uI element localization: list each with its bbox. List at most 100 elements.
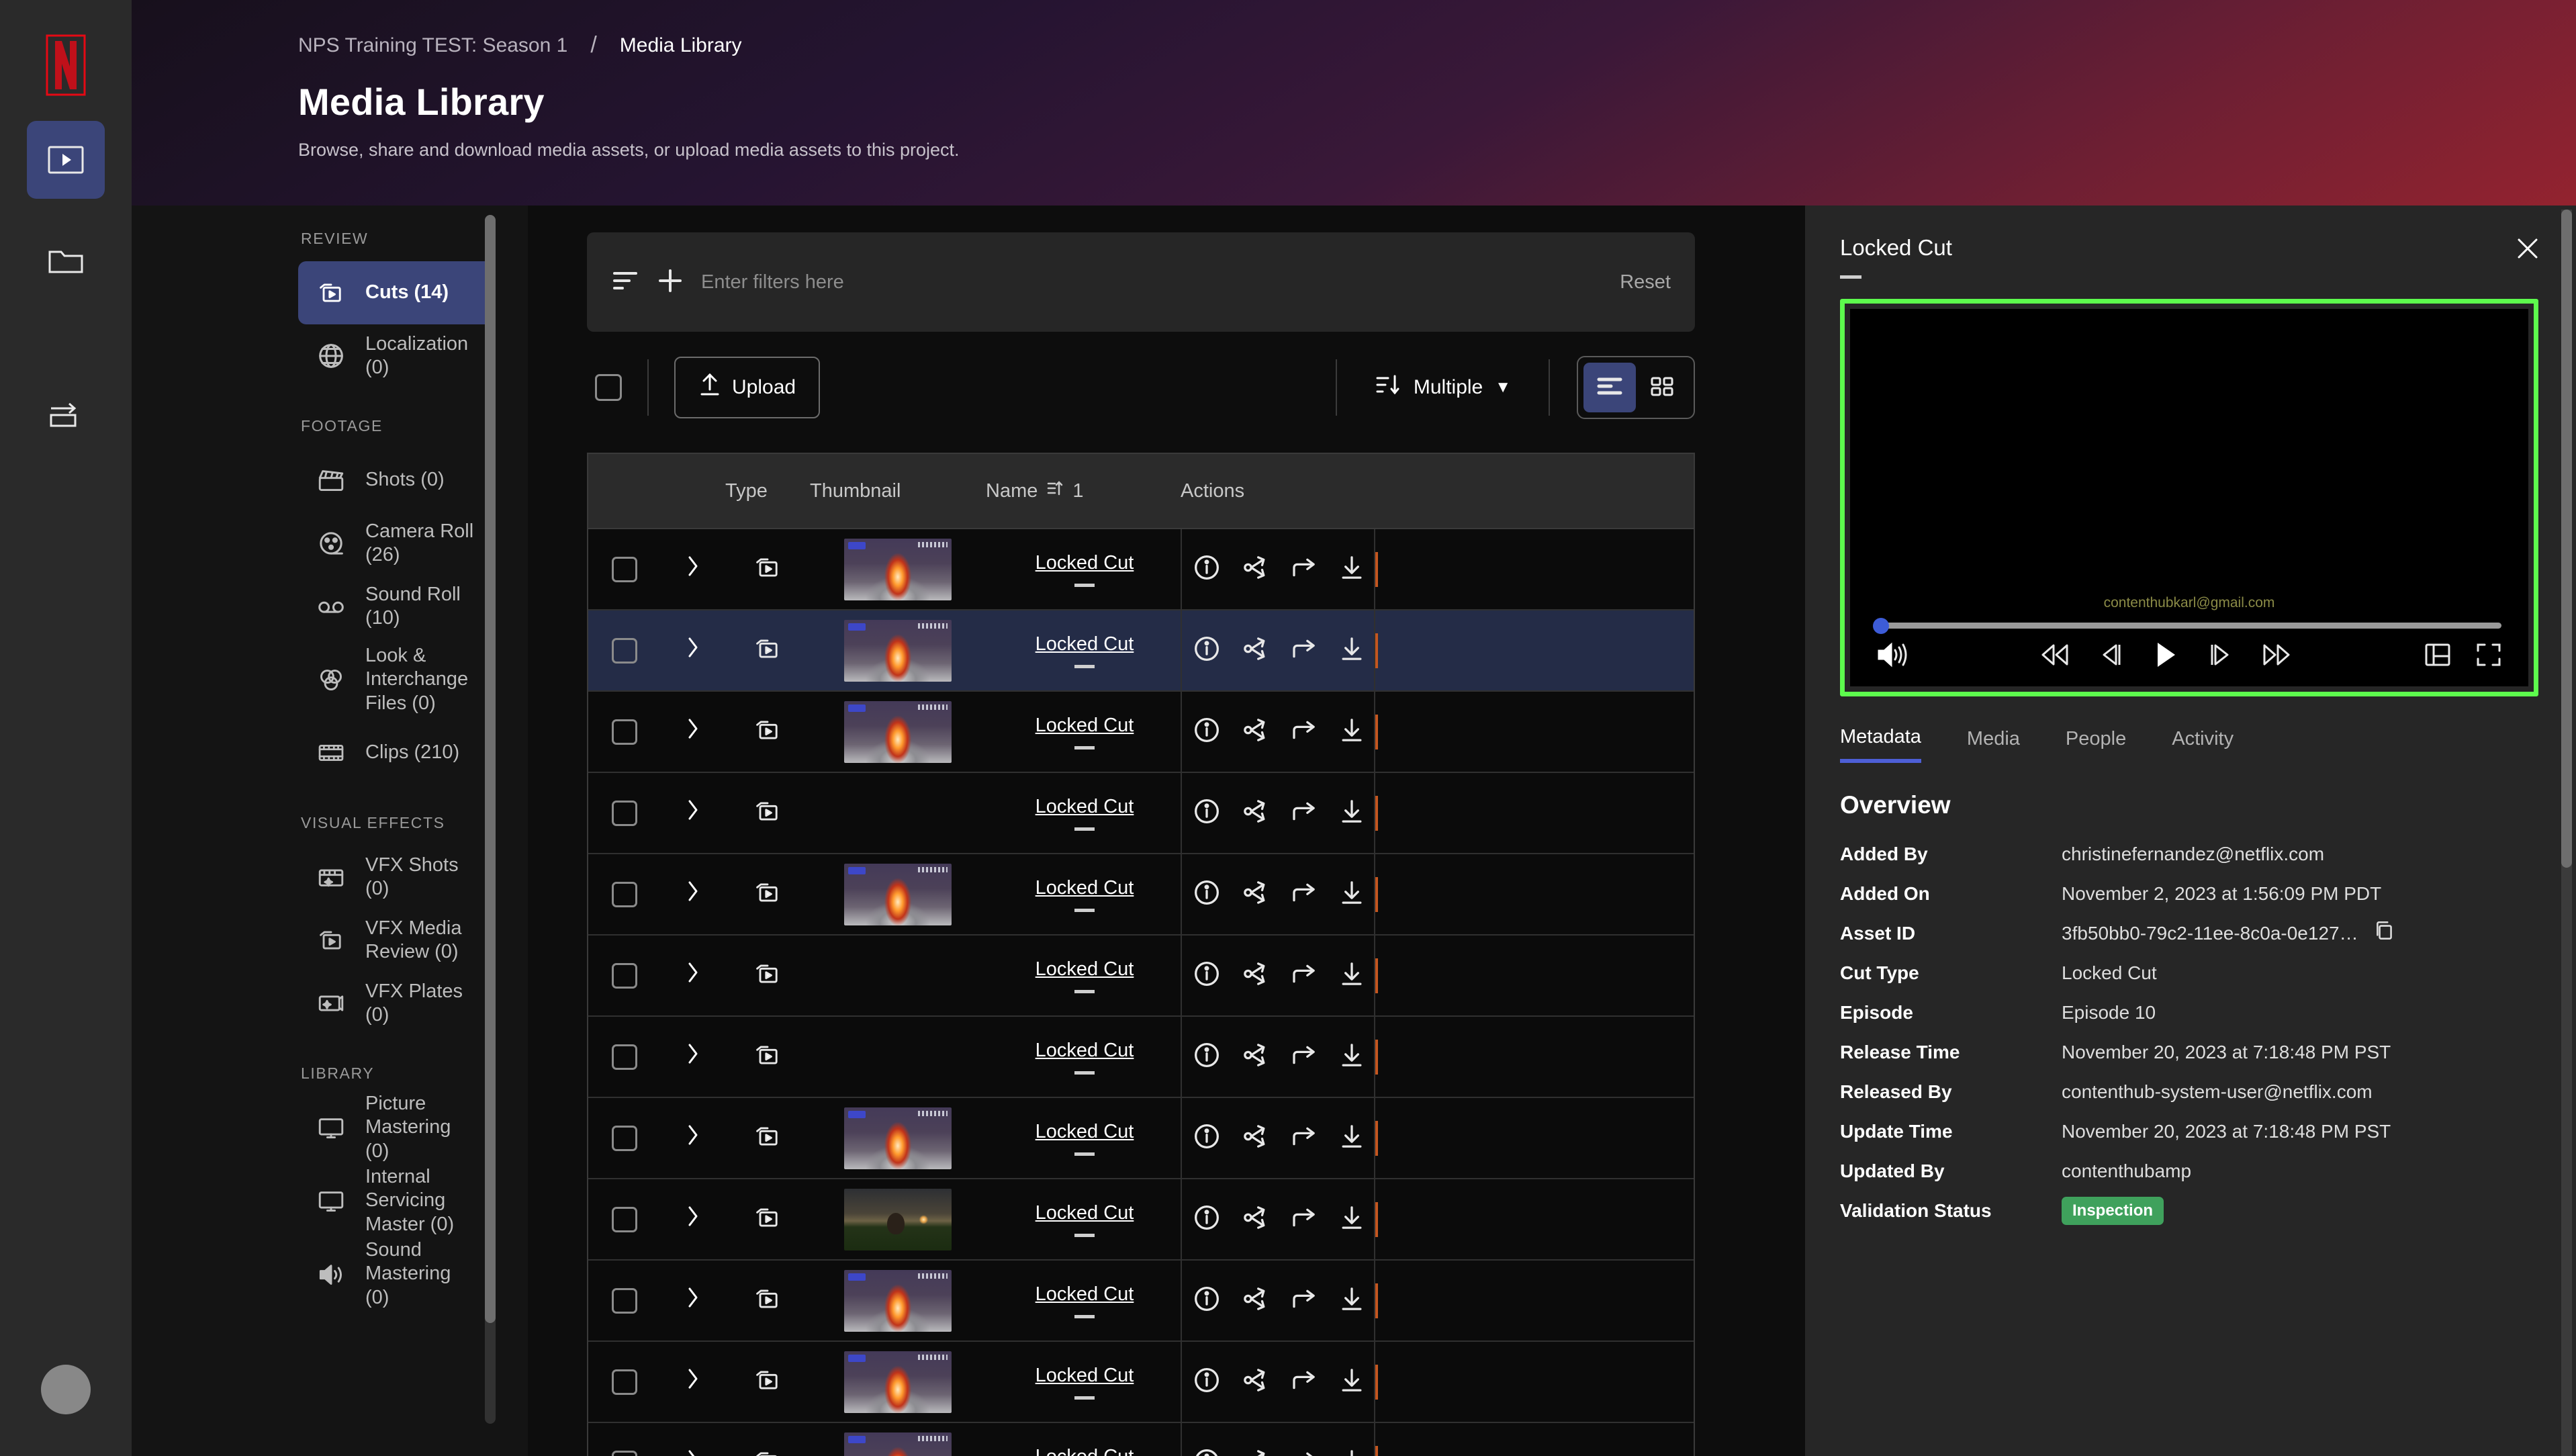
column-header-actions[interactable]: Actions — [1181, 480, 1374, 502]
checkbox[interactable] — [612, 719, 637, 745]
reset-filters-button[interactable]: Reset — [1620, 271, 1671, 293]
info-icon[interactable] — [1193, 1366, 1221, 1398]
share-icon[interactable] — [1241, 1041, 1269, 1073]
row-checkbox[interactable] — [588, 854, 661, 934]
layout-icon[interactable] — [2424, 641, 2452, 672]
info-icon[interactable] — [1193, 960, 1221, 991]
expand-row-button[interactable] — [661, 610, 725, 690]
info-icon[interactable] — [1193, 553, 1221, 585]
expand-row-button[interactable] — [661, 1261, 725, 1340]
sidebar-item-cuts-14[interactable]: Cuts (14) — [298, 261, 494, 324]
user-avatar[interactable] — [41, 1365, 91, 1414]
share-icon[interactable] — [1241, 635, 1269, 666]
row-name-link[interactable]: Locked Cut — [1036, 877, 1134, 899]
table-row[interactable]: Locked Cut — [588, 854, 1694, 936]
sidebar-item-clips-210[interactable]: Clips (210) — [298, 721, 494, 784]
row-checkbox[interactable] — [588, 1261, 661, 1340]
info-icon[interactable] — [1193, 1203, 1221, 1235]
table-row[interactable]: Locked Cut — [588, 1179, 1694, 1261]
step-forward-icon[interactable] — [2207, 641, 2233, 672]
checkbox[interactable] — [612, 1126, 637, 1151]
info-icon[interactable] — [1193, 797, 1221, 829]
download-icon[interactable] — [1338, 716, 1366, 747]
row-checkbox[interactable] — [588, 1179, 661, 1259]
sidebar-item-sound-roll-10[interactable]: Sound Roll (10) — [298, 575, 494, 638]
expand-row-button[interactable] — [661, 692, 725, 772]
tab-activity[interactable]: Activity — [2172, 728, 2234, 761]
share-icon[interactable] — [1241, 960, 1269, 991]
fullscreen-icon[interactable] — [2475, 641, 2503, 672]
info-icon[interactable] — [1193, 1285, 1221, 1316]
sidebar-item-internal-servicing-master-0[interactable]: Internal Servicing Master (0) — [298, 1159, 494, 1242]
forward-icon[interactable] — [1289, 960, 1318, 991]
row-checkbox[interactable] — [588, 773, 661, 853]
download-icon[interactable] — [1338, 553, 1366, 585]
checkbox[interactable] — [612, 1044, 637, 1070]
checkbox[interactable] — [612, 1207, 637, 1232]
select-all-checkbox[interactable] — [595, 374, 622, 401]
sidebar-item-vfx-plates-0[interactable]: VFX Plates (0) — [298, 972, 494, 1035]
download-icon[interactable] — [1338, 960, 1366, 991]
video-player[interactable]: contenthubkarl@gmail.com — [1850, 309, 2528, 686]
table-row[interactable]: Locked Cut — [588, 1261, 1694, 1342]
row-checkbox[interactable] — [588, 1342, 661, 1422]
checkbox[interactable] — [612, 557, 637, 582]
forward-icon[interactable] — [1289, 878, 1318, 910]
player-progress-bar[interactable] — [1876, 623, 2501, 629]
expand-row-button[interactable] — [661, 773, 725, 853]
row-name-link[interactable]: Locked Cut — [1036, 1446, 1134, 1456]
table-row[interactable]: Locked Cut — [588, 1098, 1694, 1179]
checkbox[interactable] — [612, 1288, 637, 1314]
download-icon[interactable] — [1338, 1122, 1366, 1154]
expand-row-button[interactable] — [661, 1179, 725, 1259]
upload-button[interactable]: Upload — [674, 357, 820, 418]
forward-icon[interactable] — [1289, 1447, 1318, 1456]
list-view-button[interactable] — [1583, 363, 1636, 412]
row-checkbox[interactable] — [588, 936, 661, 1015]
row-name-link[interactable]: Locked Cut — [1036, 552, 1134, 574]
row-checkbox[interactable] — [588, 610, 661, 690]
row-checkbox[interactable] — [588, 1098, 661, 1178]
checkbox[interactable] — [612, 882, 637, 907]
expand-row-button[interactable] — [661, 1098, 725, 1178]
sidebar-item-vfx-shots-0[interactable]: VFX Shots (0) — [298, 846, 494, 909]
sidebar-item-picture-mastering-0[interactable]: Picture Mastering (0) — [298, 1096, 494, 1159]
share-icon[interactable] — [1241, 716, 1269, 747]
share-icon[interactable] — [1241, 797, 1269, 829]
column-header-thumbnail[interactable]: Thumbnail — [810, 480, 986, 502]
share-icon[interactable] — [1241, 1122, 1269, 1154]
details-panel-scrollbar[interactable] — [2561, 210, 2572, 1456]
info-icon[interactable] — [1193, 635, 1221, 666]
rewind-icon[interactable] — [2039, 641, 2070, 672]
row-name-link[interactable]: Locked Cut — [1036, 1121, 1134, 1143]
filter-input[interactable]: Enter filters here — [701, 271, 1602, 293]
share-icon[interactable] — [1241, 878, 1269, 910]
sidebar-item-camera-roll-26[interactable]: Camera Roll (26) — [298, 512, 494, 575]
row-checkbox[interactable] — [588, 1423, 661, 1456]
download-icon[interactable] — [1338, 635, 1366, 666]
info-icon[interactable] — [1193, 878, 1221, 910]
row-name-link[interactable]: Locked Cut — [1036, 1365, 1134, 1387]
expand-row-button[interactable] — [661, 529, 725, 609]
expand-row-button[interactable] — [661, 936, 725, 1015]
download-icon[interactable] — [1338, 1285, 1366, 1316]
download-icon[interactable] — [1338, 1203, 1366, 1235]
checkbox[interactable] — [612, 1451, 637, 1456]
forward-icon[interactable] — [1289, 1203, 1318, 1235]
row-name-link[interactable]: Locked Cut — [1036, 633, 1134, 655]
row-checkbox[interactable] — [588, 692, 661, 772]
download-icon[interactable] — [1338, 1447, 1366, 1456]
expand-row-button[interactable] — [661, 1342, 725, 1422]
breadcrumb-parent[interactable]: NPS Training TEST: Season 1 — [298, 34, 567, 57]
tab-metadata[interactable]: Metadata — [1840, 726, 1921, 763]
column-header-type[interactable]: Type — [725, 480, 810, 502]
row-name-link[interactable]: Locked Cut — [1036, 715, 1134, 737]
forward-icon[interactable] — [1289, 1041, 1318, 1073]
download-icon[interactable] — [1338, 797, 1366, 829]
step-back-icon[interactable] — [2099, 641, 2124, 672]
rail-item-folders[interactable] — [27, 222, 105, 300]
share-icon[interactable] — [1241, 1447, 1269, 1456]
table-row[interactable]: Locked Cut — [588, 529, 1694, 610]
share-icon[interactable] — [1241, 1285, 1269, 1316]
forward-icon[interactable] — [1289, 635, 1318, 666]
